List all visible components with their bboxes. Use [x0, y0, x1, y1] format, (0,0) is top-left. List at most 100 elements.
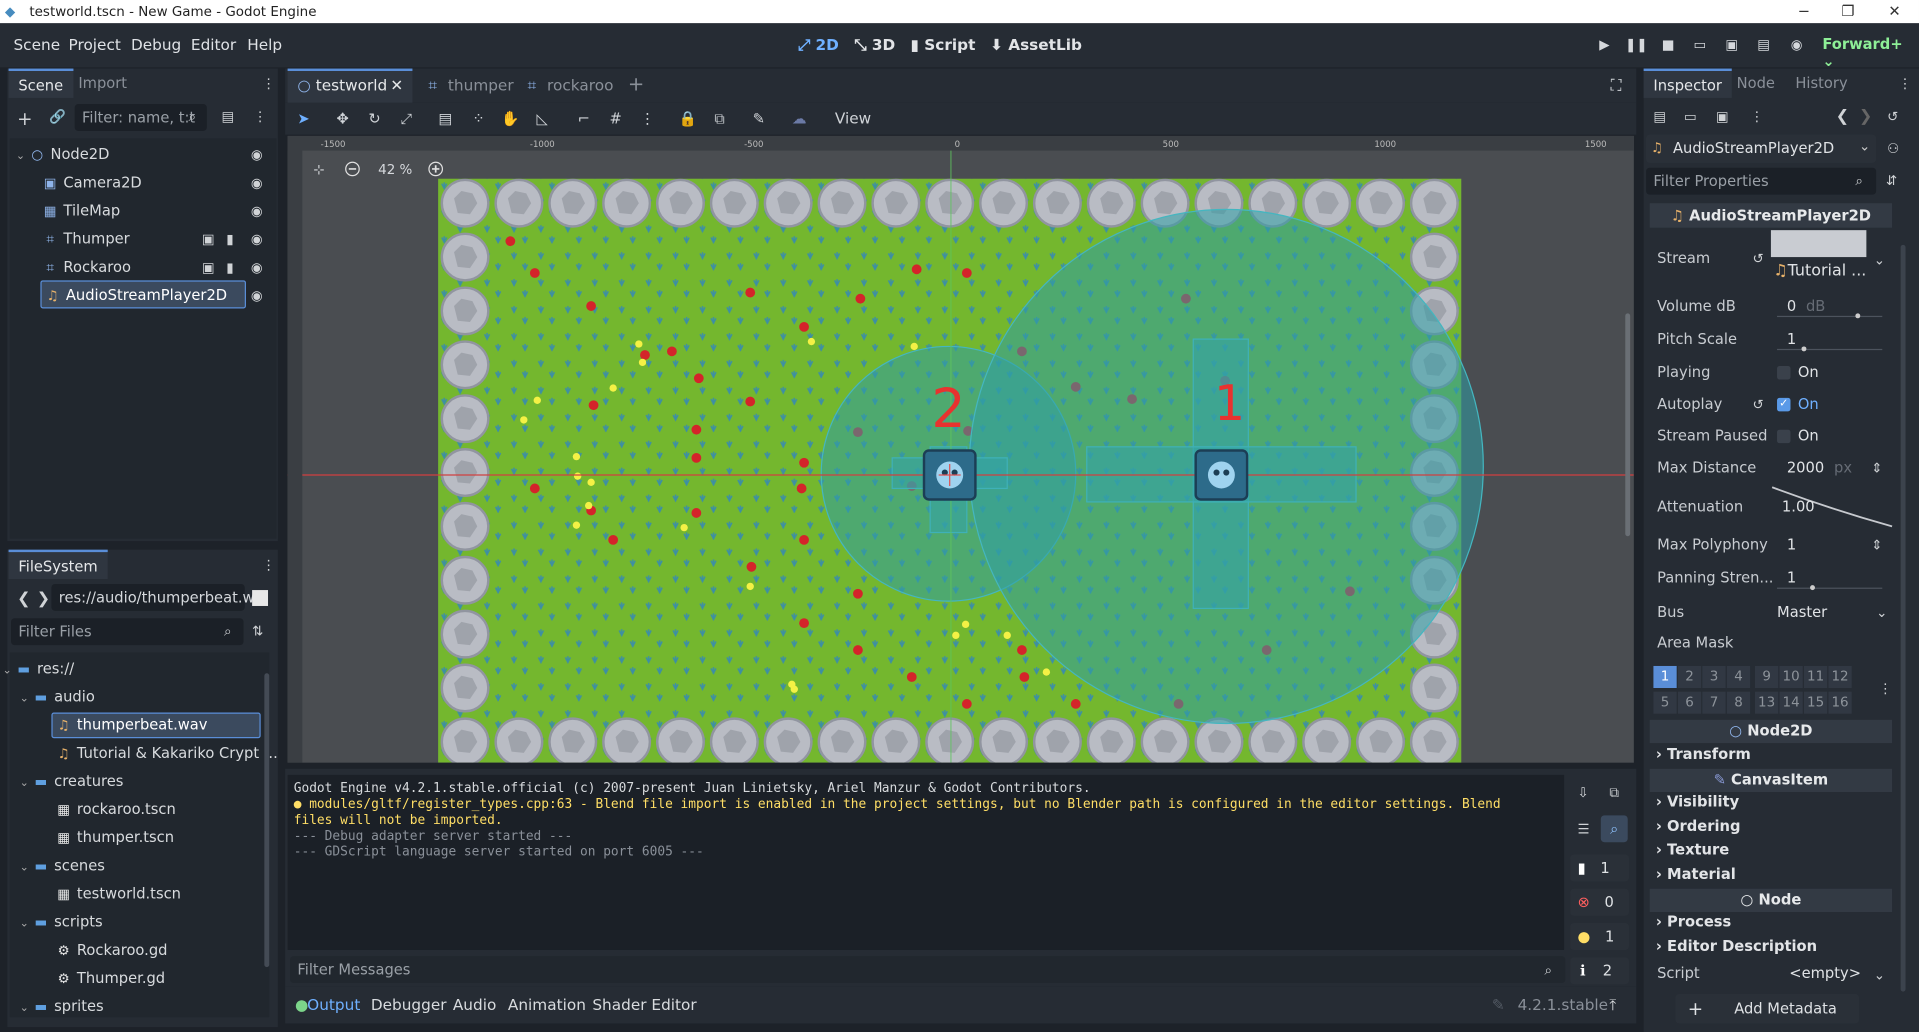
max-distance-value[interactable]: 2000 px	[1787, 459, 1852, 476]
chevron-down-icon[interactable]: ⌄	[1874, 967, 1885, 983]
revert-icon[interactable]: ↺	[1753, 251, 1764, 267]
script-attached-icon[interactable]: ▮	[226, 260, 233, 276]
play-custom-scene-icon[interactable]: ▤	[1751, 34, 1775, 56]
workspace-2d-button[interactable]: ⤢ 2D	[798, 36, 839, 56]
grid-snap-icon[interactable]: #	[605, 108, 627, 130]
layer-bit-15[interactable]: 15	[1803, 691, 1828, 714]
remote-debug-icon[interactable]: ▭	[1688, 34, 1712, 56]
zoom-level[interactable]: 42 %	[378, 163, 412, 178]
dock-menu-icon[interactable]: ⋮	[262, 557, 275, 573]
close-window-button[interactable]: ✕	[1872, 0, 1916, 23]
menu-help[interactable]: Help	[247, 36, 282, 54]
tab-node[interactable]: Node	[1727, 69, 1785, 98]
tree-node-tilemap[interactable]: ▦ TileMap	[42, 197, 120, 224]
save-resource-icon[interactable]: ▣	[1716, 109, 1729, 125]
tab-output[interactable]: Output	[307, 995, 360, 1013]
tab-history[interactable]: History	[1786, 69, 1858, 98]
rotate-mode-icon[interactable]: ↻	[363, 108, 385, 130]
close-tab-icon[interactable]: ✕	[390, 76, 403, 94]
layer-bit-14[interactable]: 14	[1779, 691, 1803, 714]
folder-item[interactable]: ⌄ ▬ scripts	[20, 908, 103, 935]
visibility-eye-icon[interactable]: ◉	[251, 288, 263, 304]
menu-editor[interactable]: Editor	[191, 36, 236, 54]
chevron-down-icon[interactable]: ⌄	[20, 918, 33, 930]
layer-bit-2[interactable]: 2	[1677, 665, 1702, 689]
layer-bit-6[interactable]: 6	[1677, 691, 1702, 714]
chevron-down-icon[interactable]: ⌄	[1874, 252, 1885, 268]
pitch-slider[interactable]	[1777, 348, 1883, 351]
tree-node-node2d[interactable]: ⌄ ○ Node2D	[16, 141, 110, 168]
center-view-icon[interactable]: ⊹	[313, 163, 324, 178]
open-resource-icon[interactable]: ▭	[1684, 109, 1697, 125]
dock-menu-icon[interactable]: ⋮	[262, 76, 275, 92]
tab-animation[interactable]: Animation	[508, 995, 586, 1013]
panning-slider-grabber[interactable]	[1810, 585, 1815, 591]
chevron-down-icon[interactable]: ⌄	[20, 1003, 33, 1015]
script-value[interactable]: <empty>	[1789, 965, 1861, 982]
group-ordering[interactable]: › Ordering	[1656, 818, 1741, 835]
layer-bit-7[interactable]: 7	[1702, 691, 1726, 714]
layer-bit-9[interactable]: 9	[1755, 665, 1779, 689]
tab-inspector[interactable]: Inspector	[1643, 68, 1732, 98]
panning-strength-value[interactable]: 1	[1787, 569, 1796, 586]
copy-output-icon[interactable]: ⇩	[1578, 785, 1589, 801]
instance-scene-icon[interactable]: 🔗	[49, 109, 66, 125]
layer-bit-1[interactable]: 1	[1653, 665, 1677, 689]
rockaroo-sprite[interactable]	[922, 449, 977, 501]
pitch-slider-grabber[interactable]	[1801, 346, 1807, 352]
script-attached-icon[interactable]: ▮	[226, 231, 233, 247]
movie-maker-icon[interactable]: ◉	[1784, 34, 1808, 56]
visibility-eye-icon[interactable]: ◉	[251, 147, 263, 163]
tab-rockaroo[interactable]: rockaroo	[547, 76, 613, 94]
group-icon[interactable]: ⧉	[709, 108, 731, 130]
workspace-assetlib-button[interactable]: ⬇ AssetLib	[990, 36, 1082, 54]
file-item[interactable]: ⚙ Rockaroo.gd	[55, 937, 168, 964]
pause-icon[interactable]: ❚❚	[1624, 34, 1648, 56]
sort-icon[interactable]: ⇅	[252, 623, 263, 639]
visibility-eye-icon[interactable]: ◉	[251, 203, 263, 219]
tree-node-thumper[interactable]: ⌗ Thumper	[42, 225, 130, 252]
history-back-icon[interactable]: ❮	[1836, 108, 1849, 126]
chevron-down-icon[interactable]: ⌄	[20, 777, 33, 789]
layer-bit-12[interactable]: 12	[1828, 665, 1852, 689]
clear-output-icon[interactable]: ⧉	[1609, 785, 1619, 802]
search-output-icon[interactable]: ⌕	[1600, 815, 1628, 843]
stream-paused-checkbox[interactable]: On	[1777, 427, 1819, 444]
open-in-editor-icon[interactable]: ▣	[202, 231, 215, 247]
tree-node-camera2d[interactable]: ▣ Camera2D	[42, 169, 142, 196]
file-item[interactable]: ♫ thumperbeat.wav	[55, 711, 208, 738]
layer-bit-13[interactable]: 13	[1755, 691, 1779, 714]
node-doc-icon[interactable]: ⚇	[1887, 141, 1899, 157]
tree-node-rockaroo[interactable]: ⌗ Rockaroo	[42, 253, 131, 280]
spinner-arrows-icon[interactable]: ⇕	[1871, 460, 1882, 476]
thumper-sprite[interactable]	[1194, 449, 1249, 501]
filter-properties-input[interactable]: Filter Properties	[1646, 167, 1877, 195]
skeleton-icon[interactable]: ✎	[748, 108, 770, 130]
chevron-down-icon[interactable]: ⌄	[1876, 605, 1887, 621]
folder-item[interactable]: ⌄ ▬ audio	[20, 683, 95, 710]
workspace-script-button[interactable]: ▮ Script	[911, 36, 976, 54]
tab-audio[interactable]: Audio	[453, 995, 496, 1013]
errors-filter[interactable]: ⊗ 0	[1570, 888, 1629, 916]
warnings-filter[interactable]: ● 1	[1570, 923, 1629, 950]
menu-debug[interactable]: Debug	[131, 36, 181, 54]
filter-messages-input[interactable]: Filter Messages	[290, 956, 1566, 984]
scene-filter-input[interactable]: Filter: name, t:t	[74, 104, 207, 131]
object-history-icon[interactable]: ↺	[1887, 109, 1898, 125]
view-menu[interactable]: View	[831, 108, 875, 130]
menu-project[interactable]: Project	[69, 36, 121, 54]
expand-panel-icon[interactable]: ⤒	[1609, 995, 1616, 1015]
chevron-down-icon[interactable]: ⌄	[20, 693, 33, 705]
resource-menu-icon[interactable]: ⋮	[1750, 109, 1763, 125]
bus-selector[interactable]: Master	[1777, 604, 1827, 621]
object-selector[interactable]: ♫ AudioStreamPlayer2D ⌄	[1646, 134, 1877, 163]
autoplay-checkbox[interactable]: ✓ On	[1777, 395, 1819, 413]
tab-thumper[interactable]: thumper	[448, 76, 514, 94]
file-item[interactable]: ♫ Tutorial & Kakariko Crypt ...	[55, 739, 278, 766]
volume-slider[interactable]	[1777, 315, 1883, 318]
ruler-mode-icon[interactable]: ◺	[531, 108, 553, 130]
tab-shader-editor[interactable]: Shader Editor	[592, 995, 696, 1013]
maximize-button[interactable]: ❐	[1826, 0, 1870, 23]
smart-snap-icon[interactable]: ⌐	[573, 108, 595, 130]
layer-bit-3[interactable]: 3	[1702, 665, 1726, 689]
